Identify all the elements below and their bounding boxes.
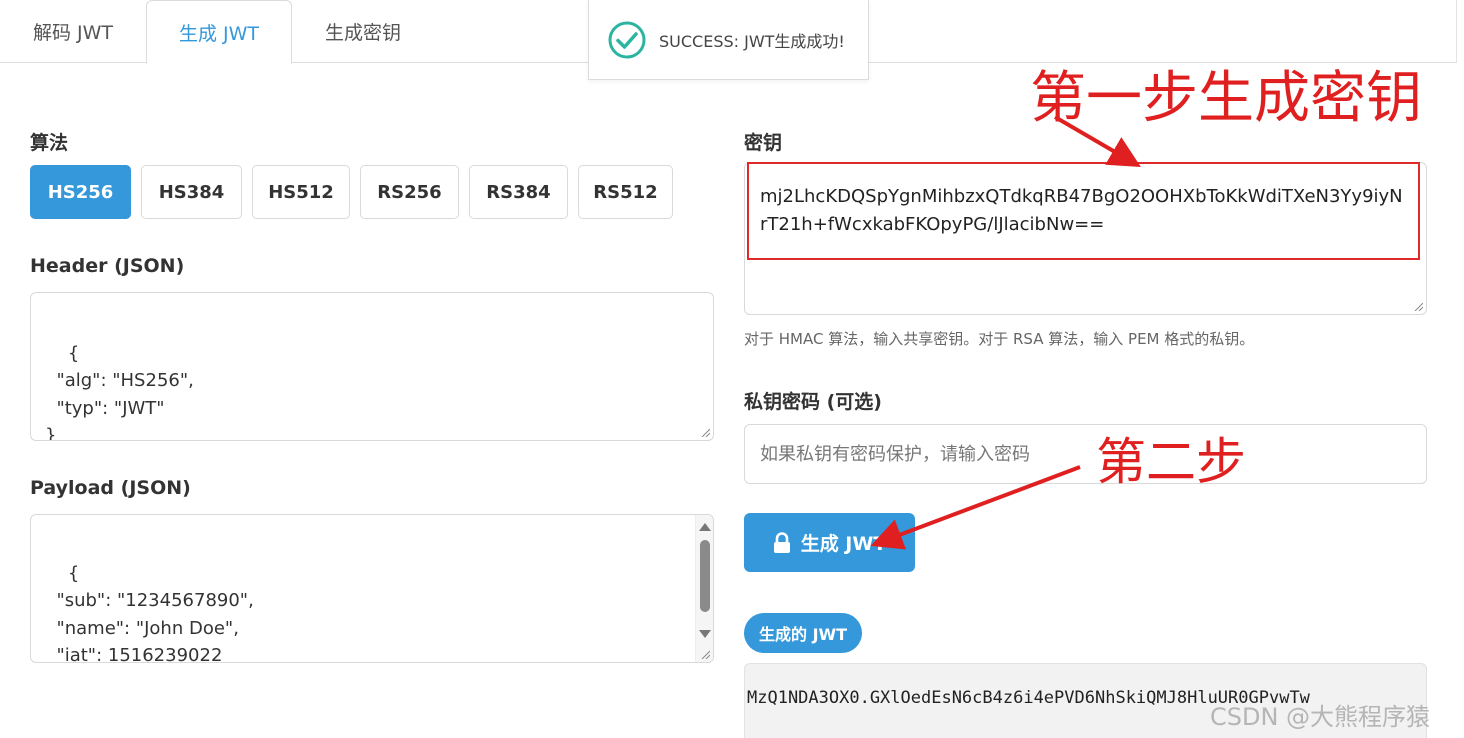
generated-jwt-badge: 生成的 JWT [744, 613, 863, 653]
algorithm-label: 算法 [30, 132, 69, 154]
tab-decode-jwt[interactable]: 解码 JWT [0, 0, 146, 63]
generate-jwt-label: 生成 JWT [800, 533, 887, 555]
alg-hs256-button[interactable]: HS256 [30, 165, 131, 219]
generate-jwt-button[interactable]: 生成 JWT [744, 513, 915, 572]
alg-rs512-button[interactable]: RS512 [578, 165, 673, 219]
tab-generate-jwt[interactable]: 生成 JWT [146, 0, 292, 64]
alg-hs512-button[interactable]: HS512 [252, 165, 350, 219]
payload-json-textarea[interactable]: { "sub": "1234567890", "name": "John Doe… [30, 514, 714, 663]
alg-hs384-button[interactable]: HS384 [141, 165, 242, 219]
alg-rs256-button[interactable]: RS256 [360, 165, 459, 219]
scroll-up-arrow-icon[interactable] [699, 523, 711, 531]
jwt-tool-page: 解码 JWT 生成 JWT 生成密钥 SUCCESS: JWT生成成功! 算法 … [0, 0, 1464, 738]
check-circle-icon [608, 21, 646, 58]
resize-grip-icon[interactable] [1413, 301, 1423, 311]
lock-icon [773, 531, 790, 553]
payload-json-label: Payload (JSON) [30, 477, 191, 499]
tab-generate-key[interactable]: 生成密钥 [292, 0, 434, 63]
header-json-label: Header (JSON) [30, 255, 185, 277]
secret-hint: 对于 HMAC 算法，输入共享密钥。对于 RSA 算法，输入 PEM 格式的私钥… [744, 330, 1255, 348]
secret-label: 密钥 [744, 132, 783, 154]
resize-grip-icon[interactable] [700, 427, 710, 437]
success-toast: SUCCESS: JWT生成成功! [588, 0, 869, 80]
header-json-content: { "alg": "HS256", "typ": "JWT" } [45, 342, 194, 441]
annotation-step2: 第二步 [1096, 433, 1246, 491]
private-key-password-label: 私钥密码 (可选) [744, 391, 882, 413]
private-key-password-input[interactable] [744, 424, 1427, 484]
secret-value: mj2LhcKDQSpYgnMihbzxQTdkqRB47BgO2OOHXbTo… [760, 186, 1403, 235]
payload-json-content: { "sub": "1234567890", "name": "John Doe… [56, 562, 254, 663]
annotation-step1: 第一步生成密钥 [1030, 66, 1422, 131]
scroll-thumb[interactable] [700, 540, 710, 612]
toast-message: SUCCESS: JWT生成成功! [659, 31, 845, 51]
scroll-down-arrow-icon[interactable] [699, 630, 711, 638]
payload-scrollbar[interactable] [695, 515, 713, 662]
resize-grip-icon[interactable] [700, 649, 710, 659]
alg-rs384-button[interactable]: RS384 [469, 165, 568, 219]
watermark: CSDN @大熊程序猿 [1210, 703, 1431, 731]
header-json-textarea[interactable]: { "alg": "HS256", "typ": "JWT" } [30, 292, 714, 441]
